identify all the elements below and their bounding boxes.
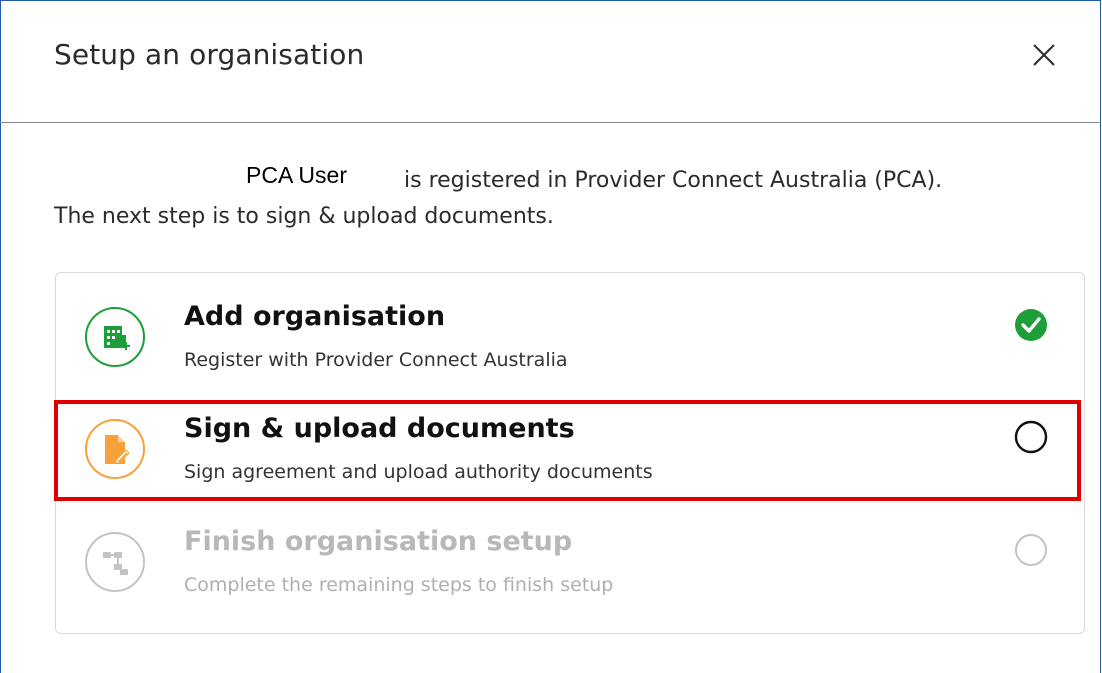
close-button[interactable] (1024, 35, 1064, 75)
step-description: Complete the remaining steps to finish s… (184, 574, 614, 596)
intro-line1: is registered in Provider Connect Austra… (404, 168, 943, 193)
dialog-header: Setup an organisation (0, 0, 1101, 123)
step-title: Add organisation (184, 301, 446, 332)
user-name: PCA User (246, 162, 347, 188)
close-icon (1033, 44, 1055, 66)
document-sign-icon (85, 419, 145, 479)
intro-line2: The next step is to sign & upload docume… (54, 204, 554, 229)
step-add-organisation[interactable]: Add organisation Register with Provider … (56, 273, 1084, 383)
empty-circle-icon (1015, 534, 1047, 566)
empty-circle-icon (1014, 420, 1048, 454)
steps-list: Add organisation Register with Provider … (55, 272, 1085, 634)
step-title: Sign & upload documents (184, 413, 575, 444)
step-description: Sign agreement and upload authority docu… (184, 461, 653, 483)
check-circle-icon (1015, 309, 1047, 341)
building-add-icon (85, 307, 145, 367)
dialog-title: Setup an organisation (54, 38, 365, 71)
intro-text: PCA User is registered in Provider Connec… (54, 160, 942, 244)
hierarchy-icon (85, 532, 145, 592)
step-sign-upload-documents[interactable]: Sign & upload documents Sign agreement a… (56, 385, 1084, 495)
step-finish-organisation-setup: Finish organisation setup Complete the r… (56, 498, 1084, 608)
step-description: Register with Provider Connect Australia (184, 349, 568, 371)
step-title: Finish organisation setup (184, 526, 573, 557)
